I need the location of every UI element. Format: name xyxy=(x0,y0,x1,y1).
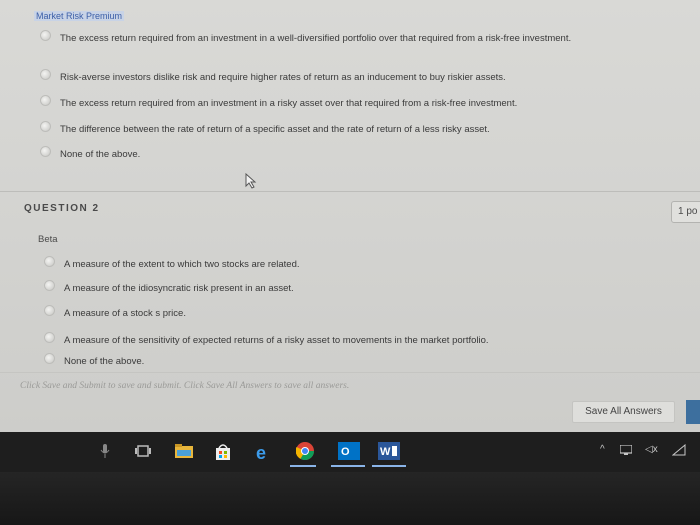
radio-button[interactable] xyxy=(40,69,51,80)
edge-icon[interactable]: e xyxy=(255,444,273,462)
wifi-icon[interactable] xyxy=(672,444,686,456)
test-page: Market Risk Premium The excess return re… xyxy=(0,0,700,432)
q2-option-1[interactable]: A measure of the extent to which two sto… xyxy=(44,256,624,270)
q1-option-4[interactable]: The difference between the rate of retur… xyxy=(40,121,620,135)
option-label: A measure of the extent to which two sto… xyxy=(64,259,300,270)
radio-button[interactable] xyxy=(40,30,51,41)
word-badge: W xyxy=(380,446,391,458)
svg-text:e: e xyxy=(256,444,266,462)
q1-option-1[interactable]: The excess return required from an inves… xyxy=(40,30,620,44)
radio-button[interactable] xyxy=(44,305,55,316)
q2-option-4[interactable]: A measure of the sensitivity of expected… xyxy=(44,332,624,346)
radio-button[interactable] xyxy=(40,95,51,106)
radio-button[interactable] xyxy=(44,353,55,364)
save-all-answers-button[interactable]: Save All Answers xyxy=(572,401,675,423)
q1-option-5[interactable]: None of the above. xyxy=(40,146,620,160)
question2-header: QUESTION 2 xyxy=(24,203,100,214)
question1-term: Market Risk Premium xyxy=(34,11,125,21)
radio-button[interactable] xyxy=(40,121,51,132)
screen-bezel xyxy=(0,472,700,525)
option-label: None of the above. xyxy=(60,149,141,160)
chrome-active-indicator xyxy=(290,465,316,467)
option-label: The excess return required from an inves… xyxy=(60,98,518,109)
radio-button[interactable] xyxy=(44,256,55,267)
q1-option-2[interactable]: Risk-averse investors dislike risk and r… xyxy=(40,69,620,83)
question2-term: Beta xyxy=(38,234,58,245)
word-icon[interactable]: W xyxy=(378,442,400,460)
volume-muted-icon[interactable]: ◁x xyxy=(645,444,658,455)
q2-option-2[interactable]: A measure of the idiosyncratic risk pres… xyxy=(44,280,624,294)
option-label: Risk-averse investors dislike risk and r… xyxy=(60,72,506,83)
outlook-active-indicator xyxy=(331,465,365,467)
file-explorer-icon[interactable] xyxy=(175,444,193,458)
save-instructions: Click Save and Submit to save and submit… xyxy=(20,381,350,391)
network-icon[interactable] xyxy=(620,445,632,455)
radio-button[interactable] xyxy=(44,280,55,291)
chevron-up-icon[interactable]: ^ xyxy=(600,444,605,455)
word-active-indicator xyxy=(372,465,406,467)
windows-taskbar: e O W ^ ◁x xyxy=(0,432,700,472)
option-label: A measure of the sensitivity of expected… xyxy=(64,335,489,346)
microphone-icon[interactable] xyxy=(100,444,110,458)
outlook-icon[interactable]: O xyxy=(338,442,360,460)
save-and-submit-button[interactable] xyxy=(686,400,700,424)
mouse-pointer-icon xyxy=(245,173,257,189)
points-badge: 1 po xyxy=(671,201,700,223)
option-label: The excess return required from an inves… xyxy=(60,33,572,44)
question-divider xyxy=(0,191,700,192)
footer-divider xyxy=(0,372,700,373)
option-label: None of the above. xyxy=(64,356,145,367)
radio-button[interactable] xyxy=(40,146,51,157)
q2-option-3[interactable]: A measure of a stock s price. xyxy=(44,305,624,319)
option-label: A measure of the idiosyncratic risk pres… xyxy=(64,283,294,294)
outlook-badge: O xyxy=(341,446,350,458)
task-view-icon[interactable] xyxy=(135,444,151,458)
option-label: A measure of a stock s price. xyxy=(64,308,186,319)
q2-option-5[interactable]: None of the above. xyxy=(44,353,624,367)
store-icon[interactable] xyxy=(215,444,231,460)
radio-button[interactable] xyxy=(44,332,55,343)
option-label: The difference between the rate of retur… xyxy=(60,124,490,135)
q1-option-3[interactable]: The excess return required from an inves… xyxy=(40,95,620,109)
chrome-icon[interactable] xyxy=(296,442,314,460)
